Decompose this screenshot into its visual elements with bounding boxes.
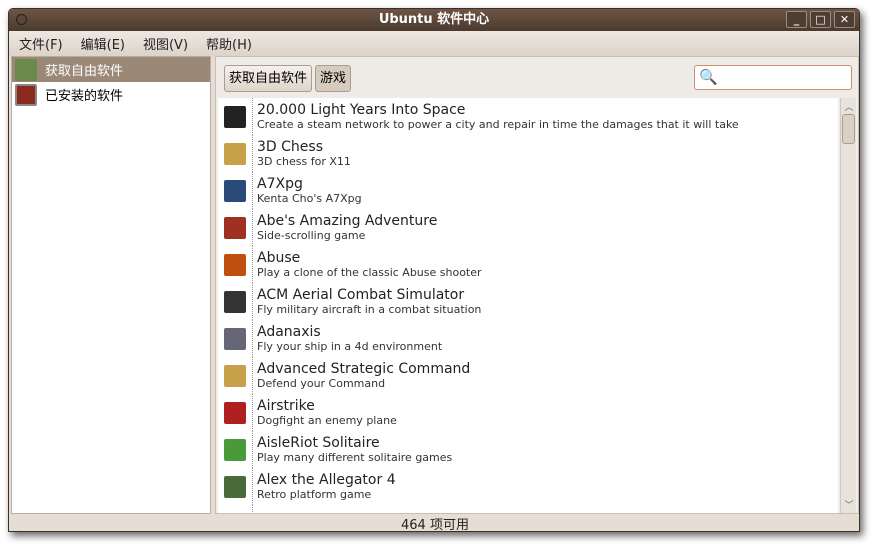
sidebar-item-installed[interactable]: 已安装的软件 — [12, 82, 210, 107]
sidebar: 获取自由软件 已安装的软件 — [11, 56, 211, 514]
window-title: Ubuntu 软件中心 — [378, 12, 490, 27]
app-name: Advanced Strategic Command — [257, 361, 471, 377]
app-list-item[interactable]: Airstrike Dogfight an enemy plane — [218, 394, 838, 431]
app-list-item[interactable]: A7Xpg Kenta Cho's A7Xpg — [218, 172, 838, 209]
status-bar: 464 项可用 — [401, 518, 469, 532]
app-description: Fly military aircraft in a combat situat… — [257, 303, 482, 316]
app-name: 20.000 Light Years Into Space — [257, 102, 466, 118]
menu-bar: 文件(F) 编辑(E) 视图(V) 帮助(H) — [9, 31, 859, 56]
menu-edit[interactable]: 编辑(E) — [81, 34, 125, 53]
app-list-item[interactable]: Advanced Strategic Command Defend your Co… — [218, 357, 838, 394]
app-icon — [224, 105, 246, 128]
minimize-button[interactable]: _ — [786, 11, 807, 28]
app-list-item[interactable]: 20.000 Light Years Into Space Create a st… — [218, 98, 838, 135]
crumb-games[interactable]: 游戏 — [315, 65, 352, 92]
app-icon — [224, 327, 246, 350]
main-pane: 获取自由软件 游戏 🔍 20.000 Light Years Into Spac… — [215, 56, 859, 514]
breadcrumb: 获取自由软件 游戏 — [224, 65, 352, 92]
software-store-icon — [15, 58, 37, 81]
app-description: Defend your Command — [257, 377, 386, 390]
scroll-up-icon[interactable]: ︿ — [841, 100, 857, 113]
app-name: Airstrike — [257, 398, 315, 414]
sidebar-item-label: 获取自由软件 — [45, 64, 124, 79]
app-icon — [224, 401, 246, 424]
app-name: ACM Aerial Combat Simulator — [257, 287, 465, 303]
app-description: Retro platform game — [257, 488, 372, 501]
app-description: 3D chess for X11 — [257, 155, 351, 168]
app-description: Create a steam network to power a city a… — [257, 118, 739, 131]
crumb-get-software[interactable]: 获取自由软件 — [224, 65, 313, 92]
app-list: 20.000 Light Years Into Space Create a st… — [218, 98, 838, 513]
menu-help[interactable]: 帮助(H) — [206, 34, 252, 53]
app-description: Fly your ship in a 4d environment — [257, 340, 443, 353]
app-name: 3D Chess — [257, 139, 323, 155]
app-list-item[interactable]: Abe's Amazing Adventure Side-scrolling ga… — [218, 209, 838, 246]
app-list-item[interactable]: Abuse Play a clone of the classic Abuse s… — [218, 246, 838, 283]
app-name: A7Xpg — [257, 176, 303, 192]
app-list-item[interactable]: Adanaxis Fly your ship in a 4d environmen… — [218, 320, 838, 357]
app-icon — [224, 179, 246, 202]
app-name: Abuse — [257, 250, 301, 266]
app-description: Dogfight an enemy plane — [257, 414, 397, 427]
app-list-item[interactable]: ACM Aerial Combat Simulator Fly military … — [218, 283, 838, 320]
app-list-item[interactable]: AisleRiot Solitaire Play many different s… — [218, 431, 838, 468]
app-icon — [224, 364, 246, 387]
monitor-icon — [15, 83, 37, 106]
app-icon — [224, 512, 246, 513]
app-description: Play many different solitaire games — [257, 451, 453, 464]
app-name: Alex the Allegator 4 — [257, 472, 396, 488]
app-icon — [224, 253, 246, 276]
title-bar: Ubuntu 软件中心 _ □ ✕ — [9, 9, 859, 31]
app-icon — [224, 216, 246, 239]
app-icon — [224, 290, 246, 313]
app-name: AisleRiot Solitaire — [257, 435, 380, 451]
search-input[interactable]: 🔍 — [694, 65, 852, 90]
scroll-down-icon[interactable]: ﹀ — [841, 498, 857, 511]
scrollbar[interactable]: ︿ ﹀ — [840, 98, 856, 513]
window-menu-icon[interactable] — [16, 14, 27, 25]
app-list-item[interactable]: 3D Chess 3D chess for X11 — [218, 135, 838, 172]
sidebar-item-label: 已安装的软件 — [45, 89, 124, 104]
menu-file[interactable]: 文件(F) — [19, 34, 63, 53]
close-button[interactable]: ✕ — [834, 11, 855, 28]
app-name: Adanaxis — [257, 324, 321, 340]
scroll-thumb[interactable] — [842, 114, 855, 144]
app-name: Abe's Amazing Adventure — [257, 213, 438, 229]
app-icon — [224, 142, 246, 165]
app-list-item[interactable]: Alex the Allegator 4 Retro platform game — [218, 468, 838, 505]
app-description: Kenta Cho's A7Xpg — [257, 192, 362, 205]
app-description: Side-scrolling game — [257, 229, 366, 242]
sidebar-item-get-software[interactable]: 获取自由软件 — [12, 57, 210, 82]
maximize-button[interactable]: □ — [810, 11, 831, 28]
app-list-item[interactable]: Alien Arena — [218, 505, 838, 513]
window: Ubuntu 软件中心 _ □ ✕ 文件(F) 编辑(E) 视图(V) 帮助(H… — [8, 8, 860, 532]
app-icon — [224, 438, 246, 461]
menu-view[interactable]: 视图(V) — [143, 34, 188, 53]
app-icon — [224, 475, 246, 498]
app-description: Play a clone of the classic Abuse shoote… — [257, 266, 482, 279]
search-icon: 🔍 — [699, 68, 718, 86]
